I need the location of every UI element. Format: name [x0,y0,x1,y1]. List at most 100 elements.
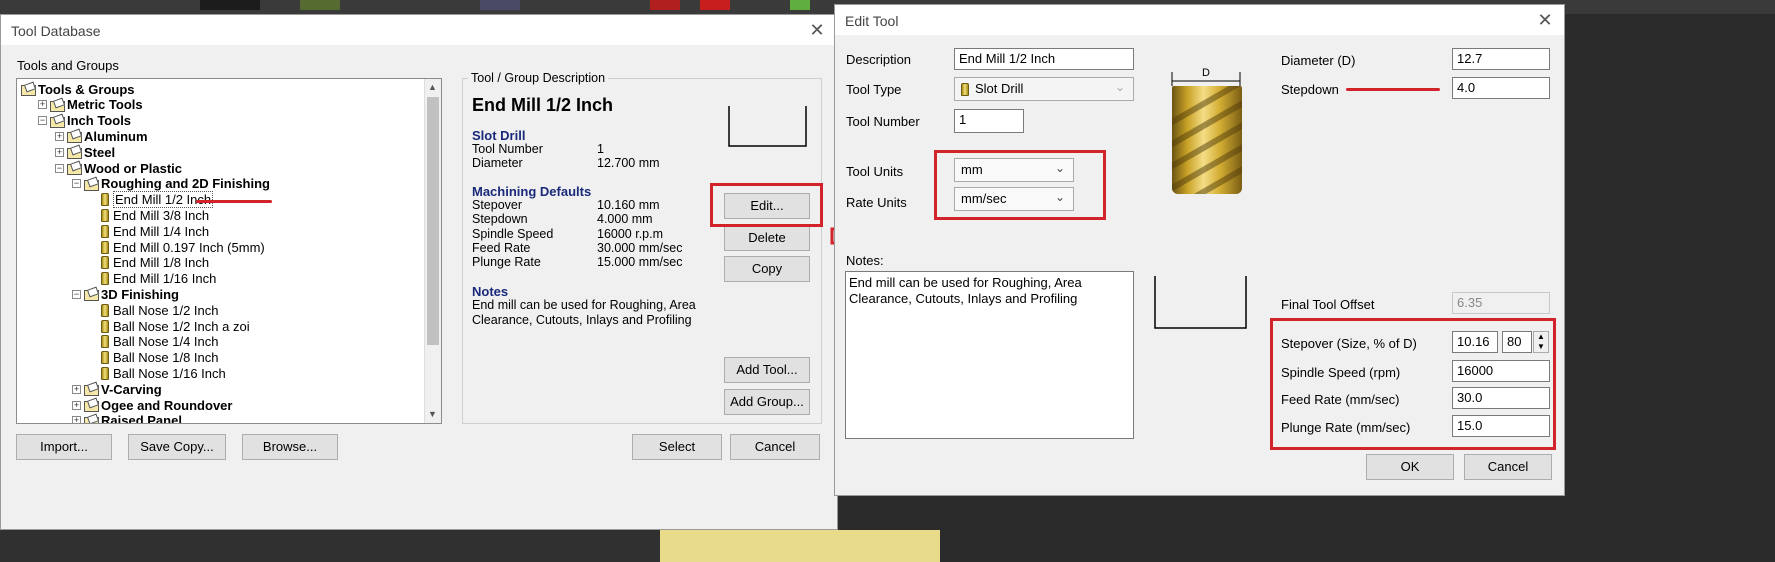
cancel-button[interactable]: Cancel [1464,454,1552,480]
tools-and-groups-label: Tools and Groups [17,58,119,73]
expand-icon[interactable]: + [38,100,47,110]
annotation-underline [196,200,272,203]
tool-number-label: Tool Number [846,114,920,129]
annotation-box-edit [710,183,823,227]
tool-number-input[interactable]: 1 [954,109,1024,133]
diameter-input[interactable]: 12.7 [1452,48,1550,70]
tree-item-label: Aluminum [84,128,148,144]
collapse-icon[interactable]: − [55,163,64,173]
tool-tree[interactable]: Tools & Groups + Metric Tools − Inch Tools + A… [16,78,442,424]
scroll-thumb[interactable] [427,97,439,345]
browse-button[interactable]: Browse... [242,434,338,460]
dialog-title: Edit Tool [845,13,899,29]
folder-icon [67,130,82,144]
group-description-label: Tool / Group Description [468,71,609,85]
notes-heading: Notes [472,284,509,299]
collapse-icon[interactable]: − [72,179,81,189]
notes-text-line: Clearance, Cutouts, Inlays and Profiling [472,313,692,327]
tree-tool-item[interactable]: End Mill 1/2 Inch [89,191,214,209]
add-group-button[interactable]: Add Group... [724,389,810,415]
detail-value: 30.000 mm/sec [597,240,683,255]
background-block [480,0,520,10]
end-mill-icon [101,208,109,222]
tree-item-label: End Mill 1/16 Inch [113,271,217,287]
ok-button[interactable]: OK [1366,454,1454,480]
folder-icon [50,115,65,128]
detail-value: 12.700 mm [597,156,660,171]
annotation-box-rates [1270,318,1556,450]
end-mill-icon [101,351,109,365]
expand-icon[interactable]: + [72,416,81,423]
description-label: Description [846,52,912,67]
close-icon[interactable]: ✕ [807,20,827,40]
folder-icon [84,288,99,302]
tree-tool-item[interactable]: End Mill 1/4 Inch [89,223,209,239]
background-block [200,0,260,10]
collapse-icon[interactable]: − [72,289,81,299]
tree-item-label: Roughing and 2D Finishing [101,176,270,192]
tree-item-label: Tools & Groups [38,81,135,97]
tree-group-item[interactable]: + Aluminum [55,128,148,144]
tree-group-item[interactable]: − Wood or Plastic [55,160,182,176]
expand-icon[interactable]: + [55,147,64,157]
tree-tool-item[interactable]: Ball Nose 1/8 Inch [89,350,219,366]
tree-group-item[interactable]: + Metric Tools [38,97,143,113]
tree-tool-item[interactable]: End Mill 3/8 Inch [89,207,209,223]
stepdown-input[interactable]: 4.0 [1452,77,1550,99]
end-mill-icon [101,256,109,270]
tree-item-label: Metric Tools [67,97,143,113]
collapse-icon[interactable]: − [38,116,47,126]
tree-item-label: Ball Nose 1/4 Inch [113,334,219,350]
tree-group-item[interactable]: + V-Carving [72,381,162,397]
expand-icon[interactable]: + [72,400,81,410]
background-block [700,0,730,10]
tree-item-label: End Mill 1/8 Inch [113,255,210,271]
close-icon[interactable]: ✕ [1535,10,1555,30]
background-block [790,0,810,10]
delete-button[interactable]: Delete [724,225,810,251]
import-button[interactable]: Import... [16,434,112,460]
tree-tool-item[interactable]: Ball Nose 1/4 Inch [89,334,219,350]
description-input[interactable]: End Mill 1/2 Inch [954,48,1134,70]
tree-scrollbar[interactable]: ▲ ▼ [424,79,441,423]
tool-name-heading: End Mill 1/2 Inch [472,95,614,115]
save-copy-button[interactable]: Save Copy... [128,434,226,460]
scroll-down-icon[interactable]: ▼ [428,409,437,419]
dialog-title: Tool Database [11,23,101,39]
copy-button[interactable]: Copy [724,256,810,282]
add-tool-button[interactable]: Add Tool... [724,357,810,383]
diameter-d-label: D [1202,67,1210,79]
detail-label: Stepover [472,198,523,212]
detail-label: Diameter [472,156,523,171]
tool-units-label: Tool Units [846,164,904,179]
cancel-button[interactable]: Cancel [730,434,820,460]
tree-group-item[interactable]: Tools & Groups [21,81,135,97]
tree-group-item[interactable]: − Inch Tools [38,113,131,129]
tree-group-item[interactable]: − Roughing and 2D Finishing [72,176,270,192]
tree-group-item[interactable]: − 3D Finishing [72,286,179,302]
tool-type-select[interactable]: Slot Drill ⌄ [954,77,1134,101]
expand-icon[interactable]: + [55,131,64,141]
annotation-underline [1346,88,1440,91]
tree-group-item[interactable]: + Raised Panel [72,413,182,423]
scroll-up-icon[interactable]: ▲ [428,82,437,92]
tree-tool-item[interactable]: Ball Nose 1/16 Inch [89,365,226,381]
detail-label: Feed Rate [472,240,531,255]
notes-textarea[interactable]: End mill can be used for Roughing, Area … [845,271,1134,439]
tree-item-label: Steel [84,144,116,160]
tree-tool-item[interactable]: End Mill 1/16 Inch [89,271,216,287]
tree-tool-item[interactable]: End Mill 1/8 Inch [89,255,209,271]
end-mill-icon [101,193,109,207]
select-button[interactable]: Select [632,434,722,460]
tree-tool-item[interactable]: End Mill 0.197 Inch (5mm) [89,239,265,255]
expand-icon[interactable]: + [72,384,81,394]
end-mill-image [1172,86,1242,194]
tree-group-item[interactable]: + Steel [55,144,115,160]
tree-item-label: End Mill 0.197 Inch (5mm) [113,239,265,255]
tree-tool-item[interactable]: Ball Nose 1/2 Inch a zoi [89,318,250,334]
tree-group-item[interactable]: + Ogee and Roundover [72,397,232,413]
tree-tool-item[interactable]: Ball Nose 1/2 Inch [89,302,219,318]
tool-type-label: Tool Type [846,82,902,97]
end-mill-icon [101,335,109,349]
detail-label: Plunge Rate [472,255,541,270]
